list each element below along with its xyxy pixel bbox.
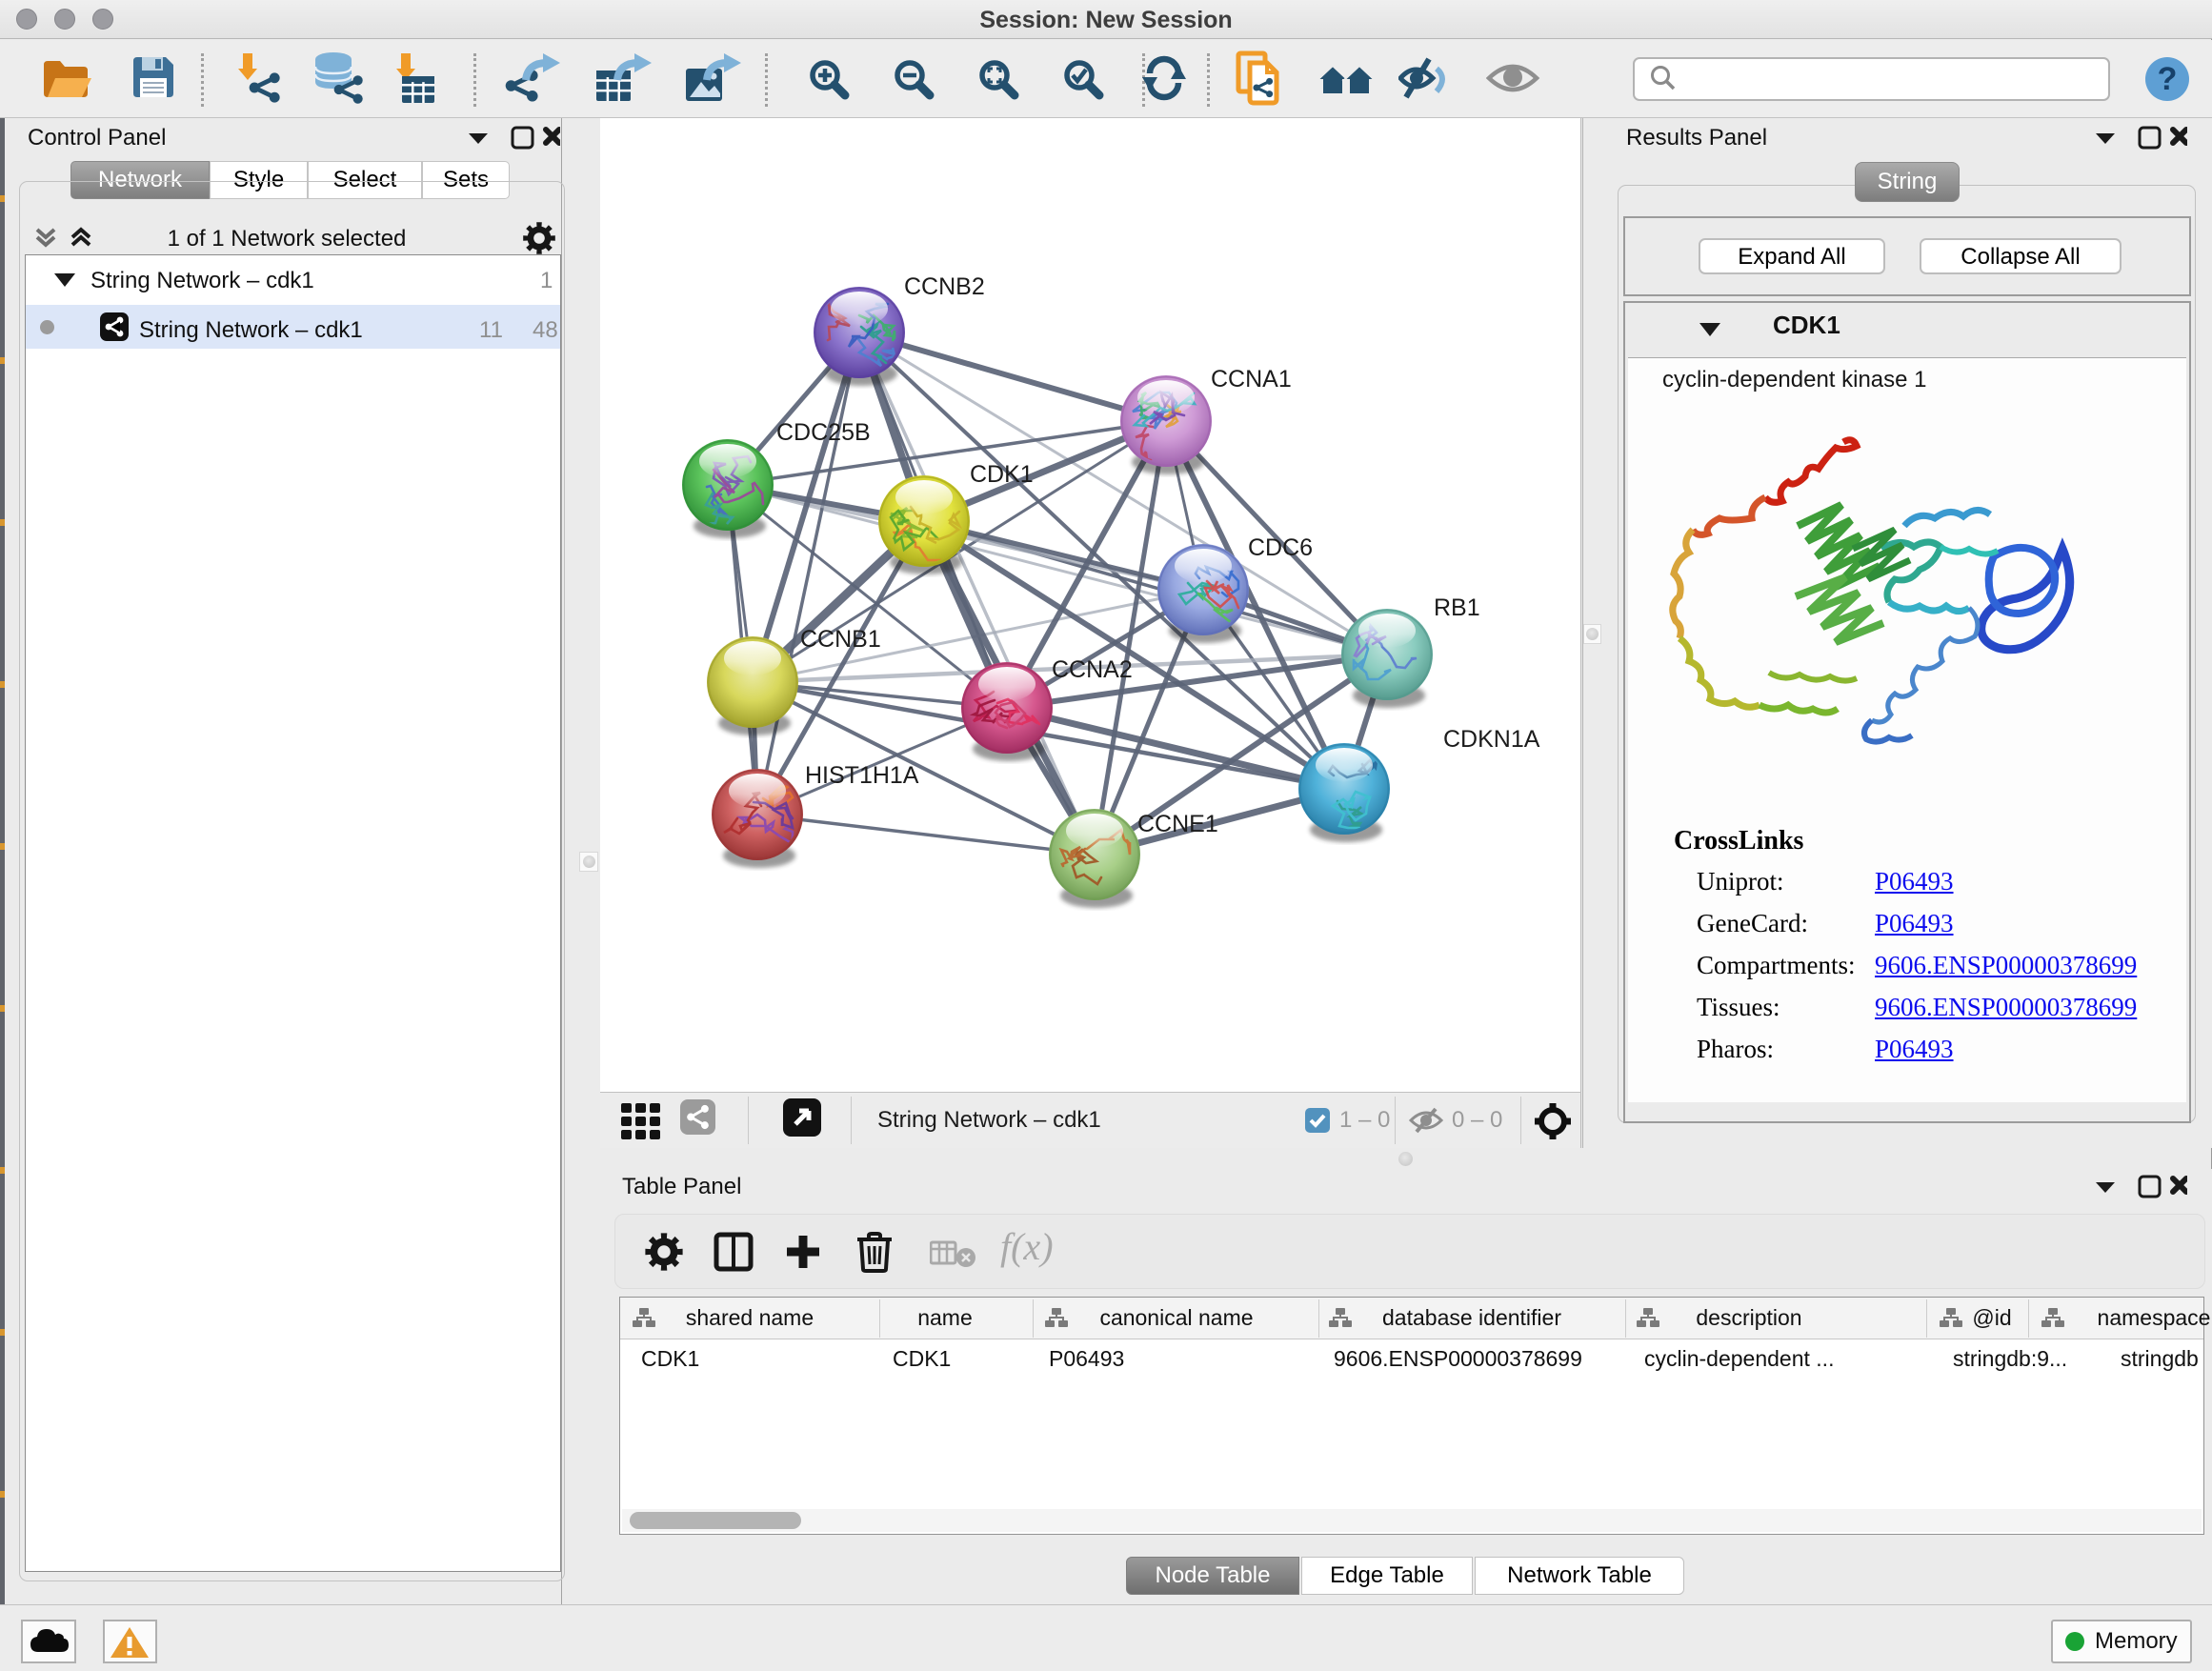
svg-text:CCNA1: CCNA1 [1211,366,1292,393]
svg-text:CCNB2: CCNB2 [904,273,985,300]
svg-text:CCNA2: CCNA2 [1052,656,1133,683]
svg-text:?: ? [2158,61,2178,97]
svg-text:CDC6: CDC6 [1248,534,1313,561]
svg-text:RB1: RB1 [1434,594,1480,621]
svg-text:CCNB1: CCNB1 [800,626,881,653]
svg-text:CCNE1: CCNE1 [1137,811,1218,837]
svg-text:CDKN1A: CDKN1A [1443,726,1540,753]
svg-text:CDK1: CDK1 [970,461,1034,488]
svg-text:HIST1H1A: HIST1H1A [805,762,919,789]
svg-text:CDC25B: CDC25B [776,419,871,446]
